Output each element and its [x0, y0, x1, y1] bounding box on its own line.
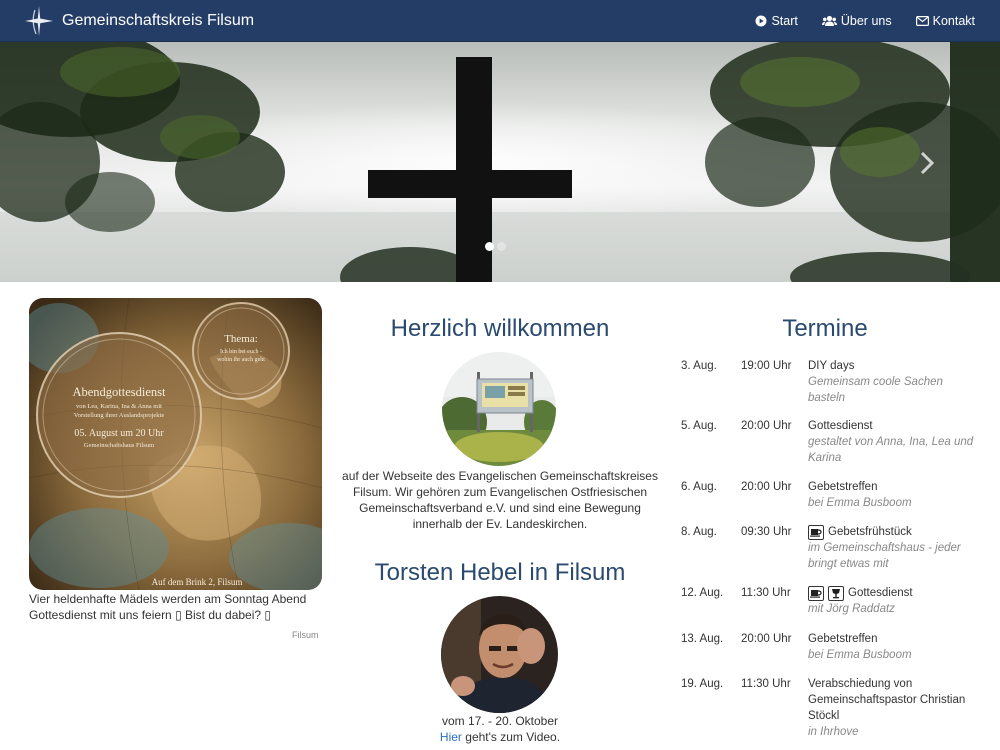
chevron-right-icon: [920, 151, 935, 175]
play-circle-icon: [755, 15, 767, 27]
event-date: 3. Aug.: [681, 360, 717, 372]
hero-carousel: [0, 42, 1000, 282]
poster-caption: Vier heldenhafte Mädels werden am Sonnta…: [29, 592, 307, 622]
nav-item-label: Kontakt: [932, 14, 975, 28]
event-subtitle: im Gemeinschaftshaus - jeder bringt etwa…: [808, 542, 961, 570]
carousel-indicator-1[interactable]: [485, 242, 494, 251]
carousel-next-button[interactable]: [912, 148, 942, 178]
welcome-image: [442, 352, 556, 466]
nav-item-label: Start: [771, 14, 798, 28]
event-time: 11:30 Uhr: [741, 678, 791, 690]
poster-image: Thema: Ich bin bei euch - wohin ihr auch…: [29, 298, 322, 590]
event-subtitle: Gemeinsam coole Sachen basteln: [808, 376, 943, 404]
hebel-photo: [441, 596, 558, 713]
event-title: Gebetsfrühstück: [828, 526, 912, 538]
event-title: Gebetstreffen: [808, 481, 878, 493]
coffee-icon: [808, 524, 824, 540]
poster-date: 05. August um 20 Uhr: [74, 428, 164, 439]
carousel-indicator-2[interactable]: [497, 242, 506, 251]
users-icon: [821, 15, 837, 27]
navbar: Gemeinschaftskreis Filsum Start Über uns…: [0, 0, 1000, 42]
poster-sub-1: von Lea, Karina, Ina & Anna mit: [76, 403, 162, 410]
event-time: 19:00 Uhr: [741, 360, 792, 372]
event-subtitle: gestaltet von Anna, Ina, Lea und Karina: [808, 436, 974, 464]
hebel-video-line: Hier geht's zum Video.: [340, 729, 660, 745]
event-date: 8. Aug.: [681, 526, 717, 538]
welcome-text: auf der Webseite des Evangelischen Gemei…: [342, 469, 658, 531]
brand[interactable]: Gemeinschaftskreis Filsum: [22, 4, 254, 38]
event-date: 12. Aug.: [681, 587, 724, 599]
event-date: 13. Aug.: [681, 633, 724, 645]
event-date: 19. Aug.: [681, 678, 724, 690]
poster-source: Filsum: [292, 630, 319, 640]
hebel-video-suffix: geht's zum Video.: [461, 730, 561, 744]
poster-address: Auf dem Brink 2, Filsum: [152, 577, 243, 587]
brand-logo-icon: [25, 6, 53, 36]
event-date: 5. Aug.: [681, 420, 717, 432]
nav-item-ueber-uns[interactable]: Über uns: [821, 14, 892, 28]
poster-title: Abendgottesdienst: [72, 385, 166, 399]
event-time: 20:00 Uhr: [741, 633, 792, 645]
hebel-date: vom 17. - 20. Oktober: [441, 714, 559, 728]
event-title: Gottesdienst: [848, 587, 913, 599]
event-subtitle: in Ihrhove: [808, 726, 859, 738]
poster-thema-text-1: Ich bin bei euch -: [220, 349, 262, 355]
event-time: 20:00 Uhr: [741, 481, 792, 493]
welcome-title: Herzlich willkommen: [390, 315, 610, 342]
brand-title: Gemeinschaftskreis Filsum: [62, 12, 255, 29]
coffee-icon: [808, 585, 824, 601]
event-time: 20:00 Uhr: [741, 420, 792, 432]
event-time: 11:30 Uhr: [741, 587, 791, 599]
nav-item-label: Über uns: [840, 14, 892, 28]
event-title: Gottesdienst: [808, 420, 873, 432]
event-date: 6. Aug.: [681, 481, 717, 493]
event-title: Gebetstreffen: [808, 633, 878, 645]
poster-thema-text-2: wohin ihr auch geht: [217, 357, 265, 363]
poster-sub-2: Vorstellung ihrer Auslandsprojekte: [74, 412, 165, 419]
hebel-video-link[interactable]: Hier: [440, 730, 462, 744]
welcome-photo: [442, 352, 556, 466]
termine-title: Termine: [782, 315, 868, 342]
nav-item-start[interactable]: Start: [755, 14, 798, 28]
main-nav: Start Über uns Kontakt: [731, 0, 975, 42]
event-subtitle: bei Emma Busboom: [808, 497, 912, 509]
event-time: 09:30 Uhr: [741, 526, 792, 538]
poster-location: Gemeinschaftshaus Filsum: [84, 442, 154, 449]
event-title: DIY days: [808, 360, 855, 372]
event-subtitle: mit Jörg Raddatz: [808, 603, 895, 615]
cup-icon: [828, 585, 844, 601]
hebel-image[interactable]: [441, 596, 558, 713]
envelope-icon: [915, 16, 929, 26]
event-subtitle: bei Emma Busboom: [808, 649, 912, 661]
poster-thema-title: Thema:: [224, 333, 258, 345]
carousel-indicators: [485, 242, 509, 251]
event-title: Verabschiedung von Gemeinschaftspastor C…: [808, 678, 966, 722]
nav-item-kontakt[interactable]: Kontakt: [915, 14, 975, 28]
event-poster[interactable]: Thema: Ich bin bei euch - wohin ihr auch…: [29, 298, 322, 590]
hebel-title: Torsten Hebel in Filsum: [374, 559, 626, 586]
